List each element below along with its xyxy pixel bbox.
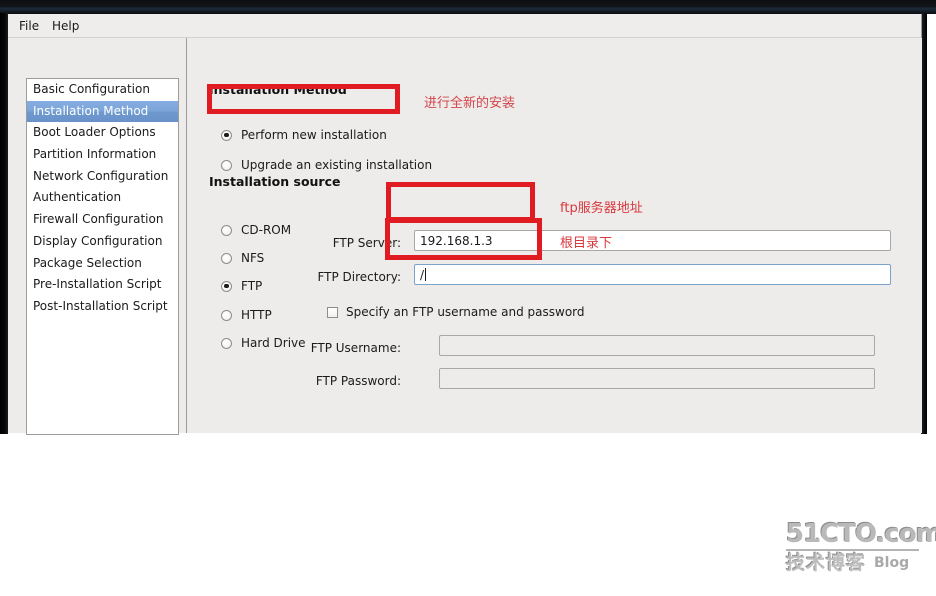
radio-label: CD-ROM	[241, 223, 292, 237]
window-titlebar	[0, 0, 936, 14]
category-list[interactable]: Basic Configuration Installation Method …	[26, 78, 179, 435]
sidebar-item-firewall-configuration[interactable]: Firewall Configuration	[27, 209, 178, 231]
checkbox-label: Specify an FTP username and password	[346, 305, 585, 319]
sidebar-item-basic-configuration[interactable]: Basic Configuration	[27, 79, 178, 101]
radio-source-nfs[interactable]: NFS	[221, 251, 264, 265]
radio-indicator-icon	[221, 159, 232, 171]
sidebar-item-post-installation-script[interactable]: Post-Installation Script	[27, 296, 178, 318]
ftp-username-input[interactable]	[439, 335, 875, 356]
sidebar-item-package-selection[interactable]: Package Selection	[27, 253, 178, 275]
sidebar-item-pre-installation-script[interactable]: Pre-Installation Script	[27, 274, 178, 296]
window-client-area: Basic Configuration Installation Method …	[8, 38, 922, 435]
installation-source-heading: Installation source	[209, 174, 341, 189]
sidebar-item-display-configuration[interactable]: Display Configuration	[27, 231, 178, 253]
radio-label: Hard Drive	[241, 336, 306, 350]
watermark-subtitle-row: 技术博客 Blog	[786, 553, 921, 573]
sidebar-item-network-configuration[interactable]: Network Configuration	[27, 166, 178, 188]
radio-upgrade-existing-installation[interactable]: Upgrade an existing installation	[221, 158, 432, 172]
menu-bar: File Help	[8, 14, 921, 38]
ftp-directory-input[interactable]	[414, 264, 891, 285]
watermark-subtitle-en: Blog	[874, 555, 910, 571]
radio-indicator-icon	[221, 252, 232, 264]
radio-source-cdrom[interactable]: CD-ROM	[221, 223, 291, 237]
radio-indicator-icon	[221, 337, 232, 349]
radio-indicator-icon	[221, 129, 232, 141]
ftp-server-label: FTP Server:	[332, 236, 401, 250]
ftp-password-label: FTP Password:	[315, 374, 401, 388]
watermark-title: 51CTO.com	[786, 519, 936, 549]
settings-pane: Installation Method Perform new installa…	[186, 38, 922, 433]
ftp-username-label: FTP Username:	[310, 341, 401, 355]
ftp-server-input[interactable]	[414, 230, 891, 251]
ftp-directory-label: FTP Directory:	[317, 270, 401, 284]
checkbox-icon[interactable]	[327, 306, 338, 318]
installation-method-heading: Installation Method	[209, 82, 347, 97]
radio-indicator-icon	[221, 280, 232, 292]
radio-source-ftp[interactable]: FTP	[221, 279, 262, 293]
sidebar-item-authentication[interactable]: Authentication	[27, 187, 178, 209]
ftp-password-input[interactable]	[439, 368, 875, 389]
window-left-border	[0, 13, 8, 434]
menu-help[interactable]: Help	[46, 18, 85, 35]
watermark: 51CTO.com 技术博客 Blog	[786, 519, 936, 573]
sidebar-item-boot-loader-options[interactable]: Boot Loader Options	[27, 122, 178, 144]
radio-indicator-icon	[221, 309, 232, 321]
specify-credentials-checkbox-row[interactable]: Specify an FTP username and password	[327, 305, 585, 319]
radio-source-http[interactable]: HTTP	[221, 308, 272, 322]
radio-label: Upgrade an existing installation	[241, 158, 433, 172]
sidebar-item-installation-method[interactable]: Installation Method	[27, 100, 178, 123]
radio-label: Perform new installation	[241, 128, 387, 142]
radio-label: NFS	[241, 251, 265, 265]
watermark-divider	[786, 549, 919, 551]
radio-source-hard-drive[interactable]: Hard Drive	[221, 336, 306, 350]
radio-indicator-icon	[221, 224, 232, 236]
kickstart-configurator-window: File Help Basic Configuration Installati…	[8, 14, 922, 435]
radio-perform-new-installation[interactable]: Perform new installation	[221, 128, 387, 142]
menu-file[interactable]: File	[13, 18, 45, 35]
watermark-subtitle-cn: 技术博客	[786, 552, 867, 574]
radio-label: HTTP	[241, 308, 272, 322]
sidebar-item-partition-information[interactable]: Partition Information	[27, 144, 178, 166]
radio-label: FTP	[241, 279, 263, 293]
text-caret	[425, 268, 426, 281]
desktop-background: File Help Basic Configuration Installati…	[0, 0, 936, 596]
